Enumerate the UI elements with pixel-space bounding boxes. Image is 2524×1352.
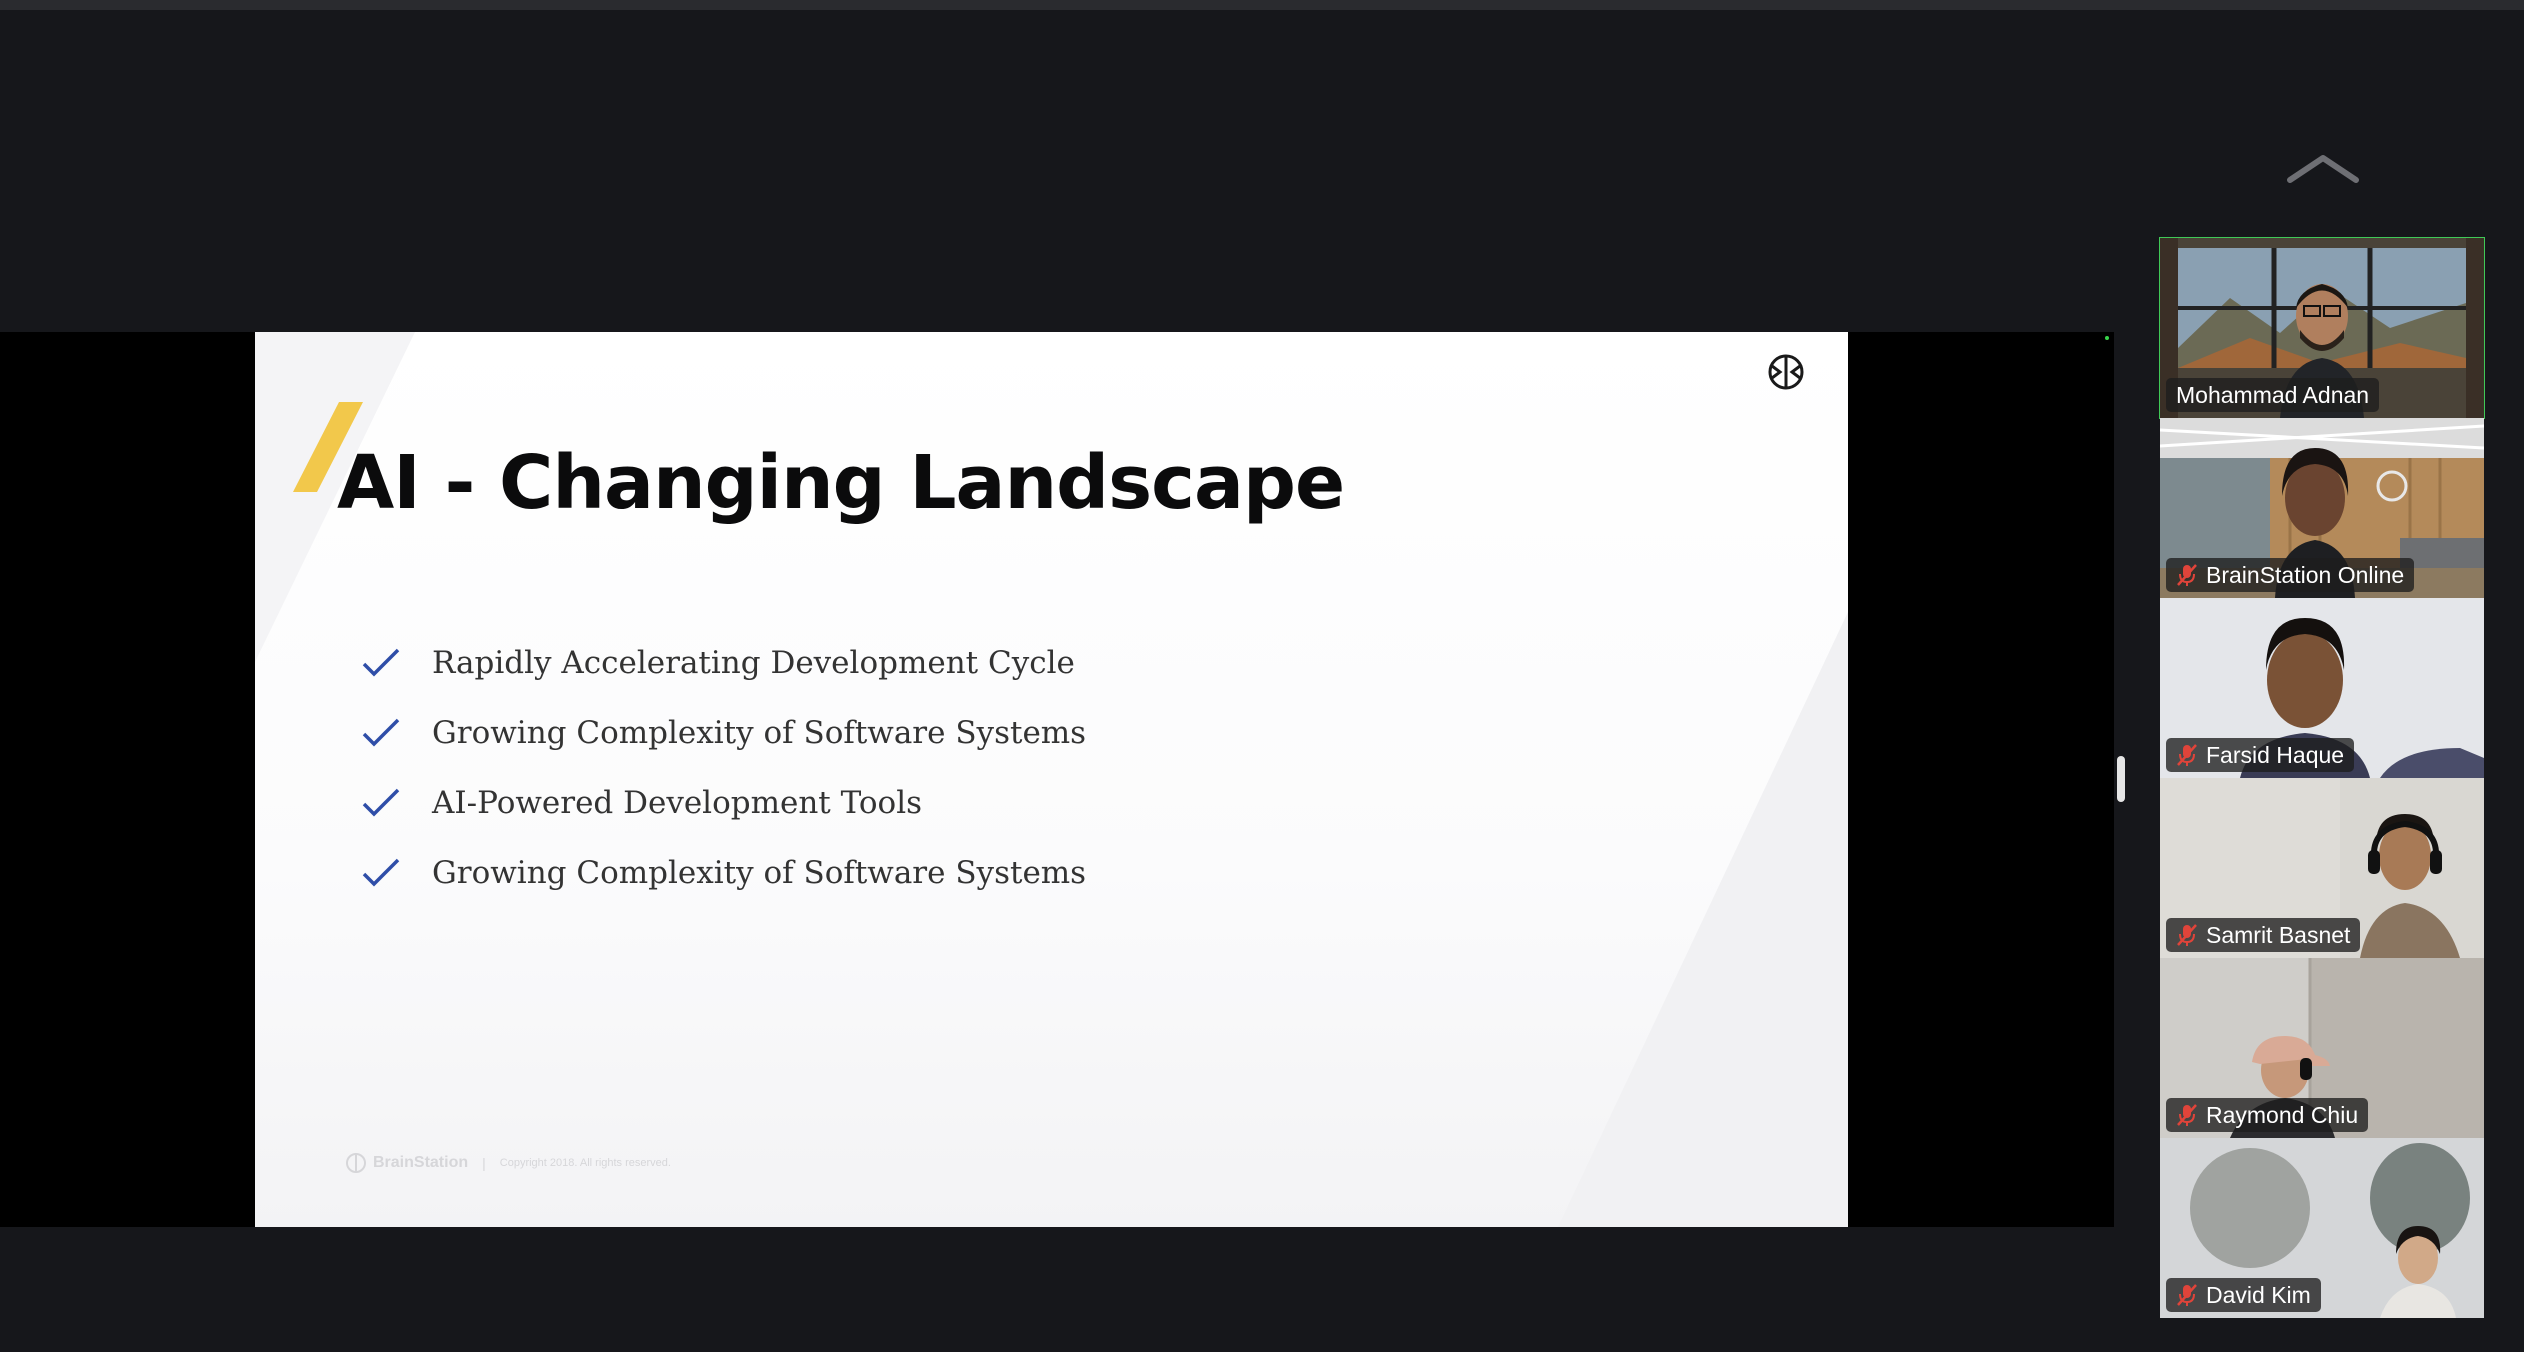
check-icon xyxy=(362,718,400,747)
bullet-item: AI-Powered Development Tools xyxy=(360,768,1086,838)
participant-tile[interactable]: Raymond Chiu xyxy=(2160,958,2484,1138)
bullet-text: Growing Complexity of Software Systems xyxy=(432,715,1087,751)
slide-footer: BrainStation | Copyright 2018. All right… xyxy=(345,1152,671,1174)
mic-muted-icon xyxy=(2177,924,2197,946)
slide-bullet-list: Rapidly Accelerating Development Cycle G… xyxy=(360,628,1086,908)
slide-title: AI - Changing Landscape xyxy=(337,440,1345,526)
participant-name-tag: Farsid Haque xyxy=(2166,738,2355,772)
participant-tile[interactable]: BrainStation Online xyxy=(2160,418,2484,598)
footer-copyright: Copyright 2018. All rights reserved. xyxy=(499,1157,671,1169)
participant-name: Mohammad Adnan xyxy=(2176,381,2370,408)
participant-name: Farsid Haque xyxy=(2206,741,2345,768)
check-icon xyxy=(362,858,400,887)
brain-logo-icon xyxy=(1768,354,1804,390)
check-icon xyxy=(362,788,400,817)
footer-logo-icon xyxy=(346,1153,366,1173)
share-indicator-dot xyxy=(2105,336,2109,340)
participant-name-tag: BrainStation Online xyxy=(2166,558,2415,592)
footer-brand: BrainStation xyxy=(373,1154,469,1171)
bullet-item: Rapidly Accelerating Development Cycle xyxy=(360,628,1086,698)
presentation-slide: AI - Changing Landscape Rapidly Accelera… xyxy=(255,332,1848,1227)
mic-muted-icon xyxy=(2177,1284,2197,1306)
window-top-bar xyxy=(0,0,2524,10)
bullet-item: Growing Complexity of Software Systems xyxy=(360,838,1086,908)
chevron-up-icon[interactable] xyxy=(2284,150,2362,186)
check-icon xyxy=(362,648,400,677)
mic-muted-icon xyxy=(2177,1104,2197,1126)
mic-muted-icon xyxy=(2177,744,2197,766)
bullet-item: Growing Complexity of Software Systems xyxy=(360,698,1086,768)
participant-name-tag: Samrit Basnet xyxy=(2166,918,2361,952)
mic-muted-icon xyxy=(2177,564,2197,586)
participant-name-tag: Mohammad Adnan xyxy=(2166,378,2380,412)
slide-decoration-right xyxy=(1558,612,1848,1227)
participant-tile[interactable]: David Kim xyxy=(2160,1138,2484,1318)
bullet-text: Growing Complexity of Software Systems xyxy=(432,855,1087,891)
participant-name: Samrit Basnet xyxy=(2206,921,2351,948)
participant-tile[interactable]: Farsid Haque xyxy=(2160,598,2484,778)
footer-separator: | xyxy=(482,1155,486,1171)
bullet-text: AI-Powered Development Tools xyxy=(432,785,923,821)
panel-resize-handle[interactable] xyxy=(2117,756,2125,802)
participant-name: David Kim xyxy=(2206,1281,2311,1308)
participant-name: Raymond Chiu xyxy=(2206,1101,2359,1128)
participant-name: BrainStation Online xyxy=(2206,561,2405,588)
participant-tile[interactable]: Mohammad Adnan xyxy=(2159,237,2485,419)
participant-gallery: Mohammad Adnan BrainStation Online Farsi… xyxy=(2159,237,2485,1318)
participant-name-tag: David Kim xyxy=(2166,1278,2321,1312)
bullet-text: Rapidly Accelerating Development Cycle xyxy=(432,645,1075,681)
participant-name-tag: Raymond Chiu xyxy=(2166,1098,2369,1132)
participant-tile[interactable]: Samrit Basnet xyxy=(2160,778,2484,958)
